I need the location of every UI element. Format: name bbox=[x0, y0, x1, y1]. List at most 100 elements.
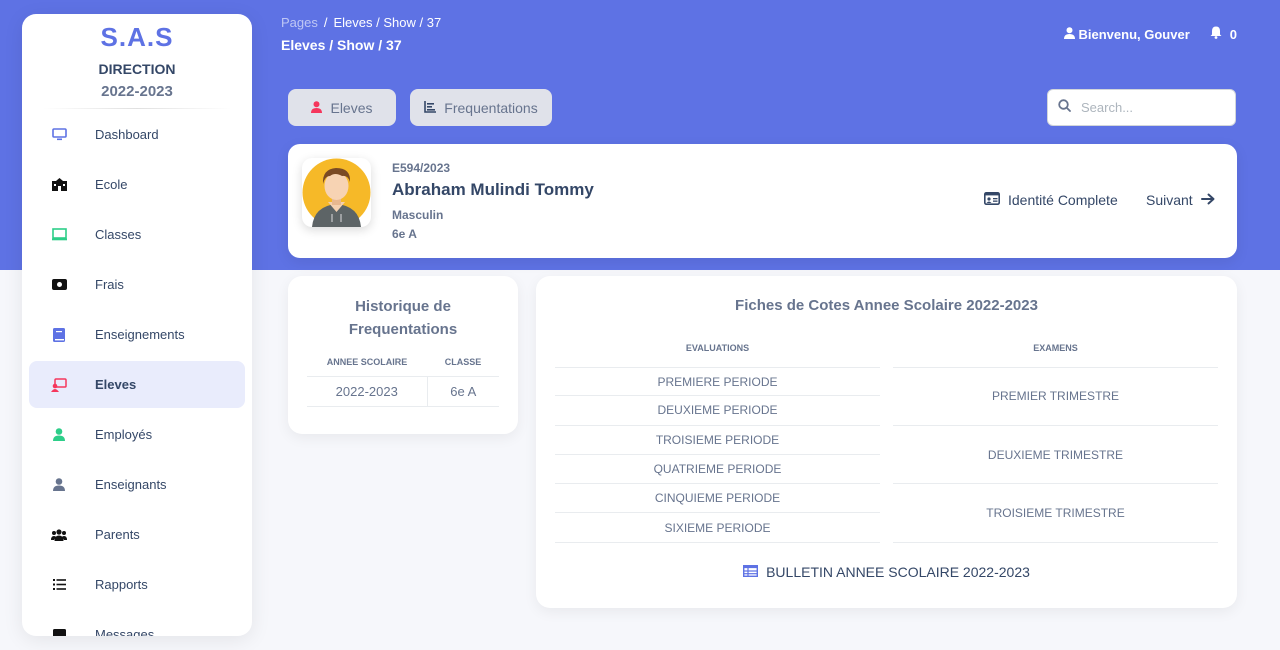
school-icon bbox=[49, 178, 69, 191]
sidebar-item-frais[interactable]: Frais bbox=[29, 261, 245, 308]
bulletin-label: BULLETIN ANNEE SCOLAIRE 2022-2023 bbox=[766, 564, 1030, 580]
sidebar-item-rapports[interactable]: Rapports bbox=[29, 561, 245, 608]
brand: S.A.S DIRECTION 2022-2023 bbox=[22, 14, 252, 109]
brand-year: 2022-2023 bbox=[101, 83, 173, 100]
sidebar-item-ecole[interactable]: Ecole bbox=[29, 161, 245, 208]
sidebar-item-parents[interactable]: Parents bbox=[29, 511, 245, 558]
user-area: Bienvenu, Gouver 0 bbox=[1063, 26, 1237, 42]
exam-trimester-link[interactable]: DEUXIEME TRIMESTRE bbox=[893, 426, 1218, 485]
evaluation-period-link[interactable]: SIXIEME PERIODE bbox=[555, 513, 880, 543]
sidebar-item-label: Frais bbox=[95, 277, 124, 292]
tab-frequentations[interactable]: Frequentations bbox=[410, 89, 552, 126]
user-menu[interactable]: Bienvenu, Gouver bbox=[1063, 26, 1190, 42]
identity-complete-label: Identité Complete bbox=[1008, 192, 1118, 208]
table-row: 2022-2023 6e A bbox=[307, 376, 499, 407]
exam-trimester-link[interactable]: PREMIER TRIMESTRE bbox=[893, 367, 1218, 426]
sidebar: S.A.S DIRECTION 2022-2023 Dashboard Ecol… bbox=[22, 14, 252, 636]
examens-list: PREMIER TRIMESTRE DEUXIEME TRIMESTRE TRO… bbox=[893, 367, 1218, 544]
evaluations-list: PREMIERE PERIODE DEUXIEME PERIODE TROISI… bbox=[555, 367, 880, 543]
history-title-line2: Frequentations bbox=[348, 321, 458, 338]
money-icon bbox=[49, 279, 69, 290]
evaluation-period-link[interactable]: CINQUIEME PERIODE bbox=[555, 484, 880, 514]
sidebar-item-label: Eleves bbox=[95, 377, 137, 392]
student-class: 6e A bbox=[392, 227, 417, 241]
student-icon bbox=[49, 377, 69, 392]
sidebar-item-messages[interactable]: Messages bbox=[29, 611, 245, 636]
sidebar-item-label: Employés bbox=[95, 427, 153, 442]
sidebar-item-label: Messages bbox=[95, 627, 155, 636]
evaluation-period-link[interactable]: TROISIEME PERIODE bbox=[555, 426, 880, 455]
divider bbox=[42, 108, 232, 109]
tab-label: Frequentations bbox=[444, 99, 538, 116]
sidebar-item-label: Ecole bbox=[95, 177, 128, 192]
student-gender: Masculin bbox=[392, 208, 444, 222]
sidebar-item-label: Enseignements bbox=[95, 327, 185, 342]
grade-sheets-card: Fiches de Cotes Annee Scolaire 2022-2023… bbox=[536, 276, 1237, 608]
identity-complete-link[interactable]: Identité Complete bbox=[984, 192, 1118, 208]
board-icon bbox=[49, 228, 69, 241]
monitor-icon bbox=[49, 128, 69, 141]
user-icon bbox=[49, 428, 69, 441]
sidebar-item-employes[interactable]: Employés bbox=[29, 411, 245, 458]
breadcrumb-separator: / bbox=[323, 15, 328, 30]
sidebar-item-eleves[interactable]: Eleves bbox=[29, 361, 245, 408]
student-profile-card: E594/2023 Abraham Mulindi Tommy Masculin… bbox=[288, 144, 1237, 258]
sidebar-item-label: Parents bbox=[95, 527, 140, 542]
history-year-cell: 2022-2023 bbox=[307, 376, 428, 407]
history-table: ANNEE SCOLAIRE CLASSE 2022-2023 6e A bbox=[307, 348, 499, 407]
brand-subtitle: DIRECTION bbox=[98, 61, 176, 77]
sidebar-item-label: Rapports bbox=[95, 577, 148, 592]
user-icon bbox=[1063, 26, 1075, 42]
sidebar-item-label: Classes bbox=[95, 227, 142, 242]
student-name: Abraham Mulindi Tommy bbox=[392, 180, 594, 199]
column-header-class: CLASSE bbox=[427, 348, 499, 377]
message-icon bbox=[49, 628, 69, 636]
tab-label: Eleves bbox=[330, 99, 373, 116]
student-avatar bbox=[302, 158, 371, 227]
search-input[interactable] bbox=[1081, 100, 1221, 115]
search-box bbox=[1047, 89, 1236, 126]
brand-title: S.A.S bbox=[100, 22, 174, 52]
next-label: Suivant bbox=[1146, 192, 1193, 208]
users-icon bbox=[49, 528, 69, 541]
student-code: E594/2023 bbox=[392, 161, 451, 175]
column-header-year: ANNEE SCOLAIRE bbox=[307, 348, 427, 377]
arrow-right-icon bbox=[1200, 192, 1215, 208]
history-title-line1: Historique de bbox=[355, 298, 451, 315]
bell-icon bbox=[1210, 26, 1222, 42]
history-title: Historique de Frequentations bbox=[288, 295, 518, 341]
table-icon bbox=[743, 564, 759, 580]
bulletin-link[interactable]: BULLETIN ANNEE SCOLAIRE 2022-2023 bbox=[536, 564, 1237, 580]
breadcrumb-root[interactable]: Pages bbox=[281, 15, 318, 30]
column-header-examens: EXAMENS bbox=[1033, 343, 1078, 353]
sidebar-item-classes[interactable]: Classes bbox=[29, 211, 245, 258]
page-title: Eleves / Show / 37 bbox=[281, 37, 402, 53]
sidebar-item-dashboard[interactable]: Dashboard bbox=[29, 111, 245, 158]
breadcrumb-current: Eleves / Show / 37 bbox=[333, 15, 442, 30]
book-icon bbox=[49, 327, 69, 342]
exam-trimester-link[interactable]: TROISIEME TRIMESTRE bbox=[893, 484, 1218, 544]
chart-icon bbox=[424, 100, 437, 116]
tab-eleves[interactable]: Eleves bbox=[288, 89, 396, 126]
grade-sheets-title: Fiches de Cotes Annee Scolaire 2022-2023 bbox=[735, 297, 1038, 314]
search-icon bbox=[1058, 98, 1071, 117]
sidebar-item-enseignements[interactable]: Enseignements bbox=[29, 311, 245, 358]
history-card: Historique de Frequentations ANNEE SCOLA… bbox=[288, 276, 518, 434]
student-icon bbox=[311, 100, 323, 116]
history-class-cell: 6e A bbox=[427, 376, 499, 407]
teacher-icon bbox=[49, 478, 69, 491]
evaluation-period-link[interactable]: QUATRIEME PERIODE bbox=[555, 455, 880, 485]
id-card-icon bbox=[984, 192, 1000, 208]
sidebar-item-enseignants[interactable]: Enseignants bbox=[29, 461, 245, 508]
sidebar-item-label: Enseignants bbox=[95, 477, 167, 492]
next-student-button[interactable]: Suivant bbox=[1146, 192, 1215, 208]
sidebar-item-label: Dashboard bbox=[95, 127, 159, 142]
list-icon bbox=[49, 579, 69, 590]
table-header-row: ANNEE SCOLAIRE CLASSE bbox=[307, 348, 499, 377]
user-greeting: Bienvenu, Gouver bbox=[1078, 26, 1190, 42]
breadcrumb: Pages / Eleves / Show / 37 bbox=[281, 15, 441, 30]
evaluation-period-link[interactable]: PREMIERE PERIODE bbox=[555, 367, 880, 397]
evaluation-period-link[interactable]: DEUXIEME PERIODE bbox=[555, 396, 880, 426]
column-header-evaluations: EVALUATIONS bbox=[685, 343, 750, 353]
notifications-button[interactable]: 0 bbox=[1210, 26, 1237, 42]
